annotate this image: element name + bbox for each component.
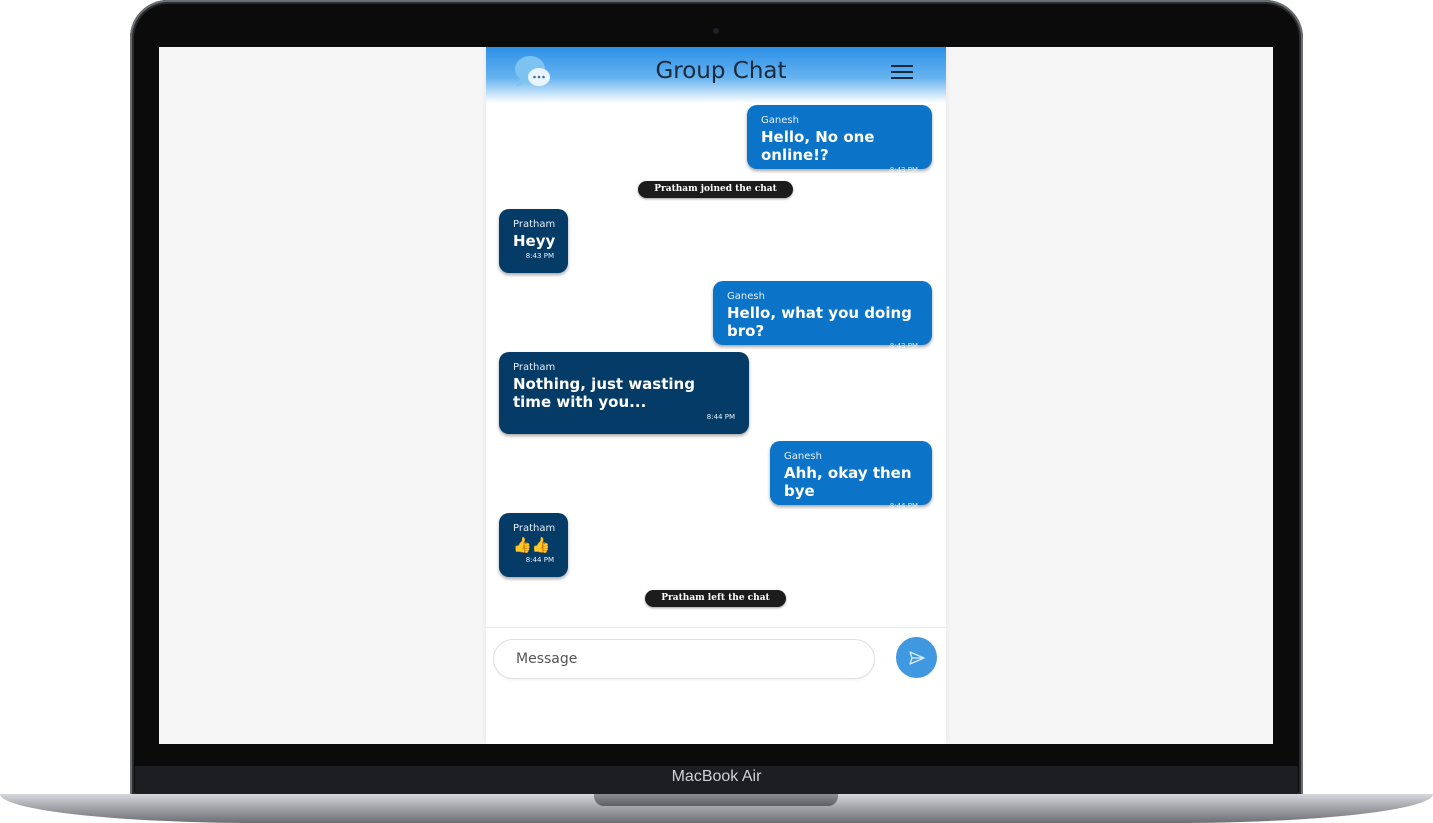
system-notice: Pratham joined the chat (638, 181, 793, 198)
send-arrow-icon (908, 650, 925, 665)
message-sender: Pratham (513, 219, 556, 230)
message-bubble-outgoing: Ganesh Ahh, okay then bye 8:44 PM (770, 441, 932, 510)
message-sender: Ganesh (784, 451, 822, 462)
composer-divider (486, 627, 946, 628)
message-text: Nothing, just wasting time with you... (513, 375, 695, 411)
chat-app: Group Chat Ganesh Hello, No one online!?… (486, 47, 946, 744)
message-bubble-incoming: Pratham Heyy 8:43 PM (499, 209, 568, 273)
laptop-mockup: MacBook Air Group Chat Ganesh Hello, No … (0, 0, 1433, 823)
message-bubble-outgoing: Ganesh Hello, what you doing bro? 8:43 P… (713, 281, 932, 350)
message-text: Heyy (513, 232, 556, 250)
message-input[interactable] (493, 639, 875, 679)
message-sender: Pratham (513, 362, 556, 373)
message-time: 8:43 PM (889, 342, 918, 350)
message-time: 8:44 PM (525, 556, 554, 564)
message-bubble-incoming: Pratham Nothing, just wasting time with … (499, 352, 749, 434)
message-time: 8:43 PM (889, 166, 918, 174)
message-sender: Ganesh (727, 291, 765, 302)
camera (713, 28, 719, 34)
message-time: 8:43 PM (525, 252, 554, 260)
message-text: 👍👍 (513, 536, 551, 554)
message-time: 8:44 PM (889, 502, 918, 510)
message-bubble-outgoing: Ganesh Hello, No one online!? 8:43 PM (747, 105, 932, 174)
message-bubble-incoming: Pratham 👍👍 8:44 PM (499, 513, 568, 577)
page-title: Group Chat (655, 58, 787, 84)
send-button[interactable] (896, 637, 937, 678)
message-sender: Ganesh (761, 115, 799, 126)
device-brand-label: MacBook Air (671, 768, 762, 785)
screen: Group Chat Ganesh Hello, No one online!?… (159, 47, 1273, 744)
message-text: Ahh, okay then bye (784, 464, 912, 500)
message-text: Hello, what you doing bro? (727, 304, 912, 340)
hamburger-menu-icon[interactable] (891, 65, 913, 81)
laptop-hinge-notch (594, 794, 838, 806)
message-sender: Pratham (513, 523, 556, 534)
message-time: 8:44 PM (706, 413, 735, 421)
message-text: Hello, No one online!? (761, 128, 875, 164)
chat-header: Group Chat (486, 47, 946, 103)
system-notice: Pratham left the chat (645, 590, 786, 607)
